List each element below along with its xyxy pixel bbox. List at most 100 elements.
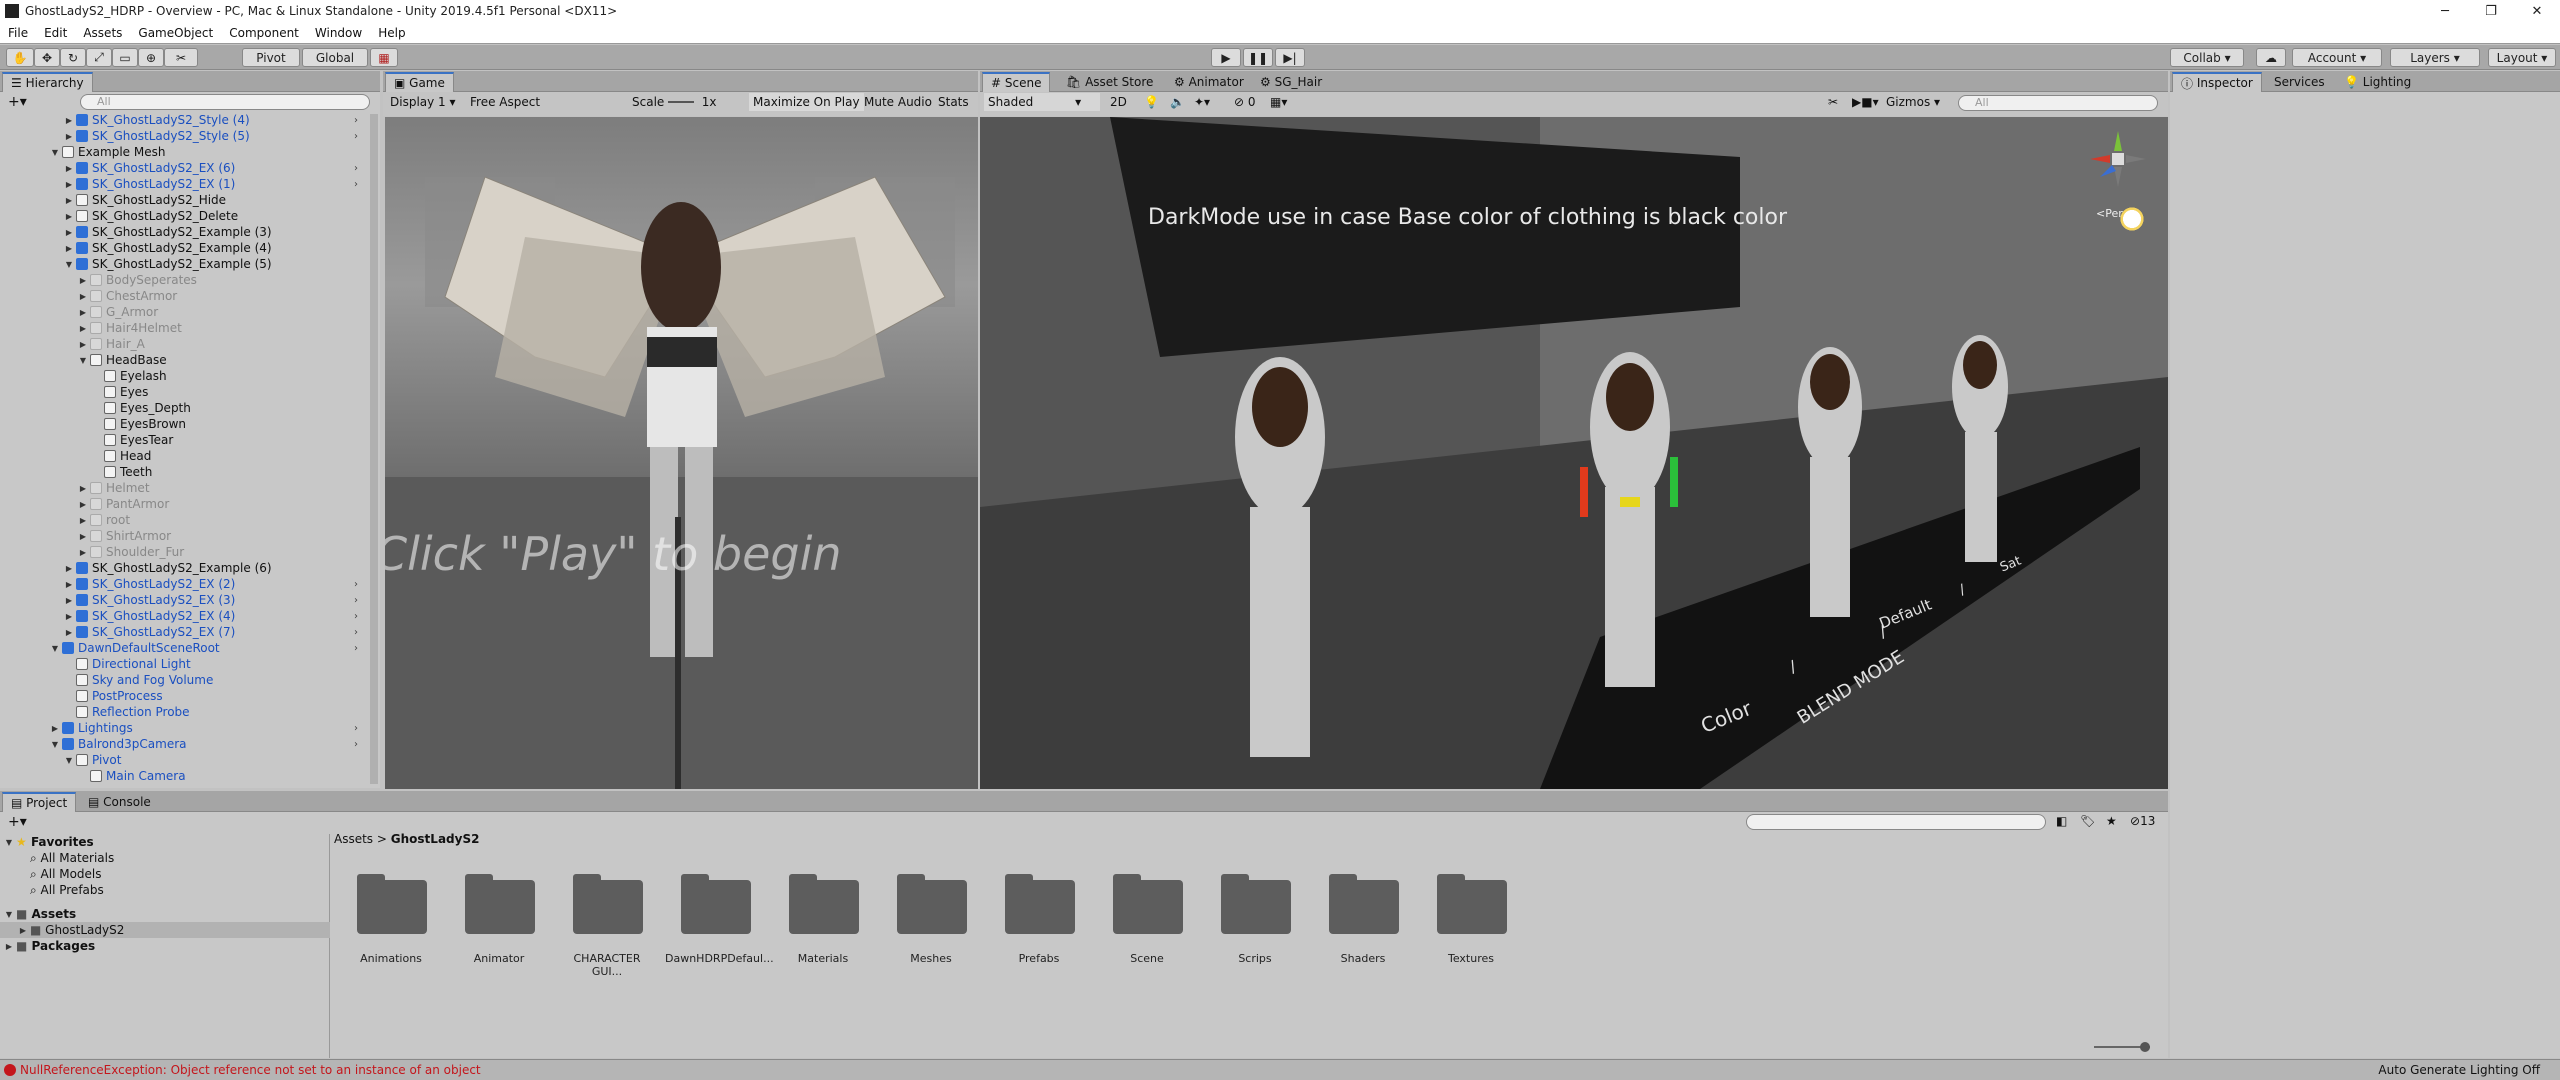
move-tool-icon[interactable]: ✥ xyxy=(34,48,60,67)
hand-tool-icon[interactable]: ✋ xyxy=(6,48,34,67)
hierarchy-item[interactable]: PostProcess xyxy=(0,688,370,704)
expand-arrow-icon[interactable]: ▶ xyxy=(78,484,88,493)
folder-label[interactable]: Materials xyxy=(773,952,873,965)
zoom-slider-thumb[interactable] xyxy=(2140,1042,2150,1052)
expand-arrow-icon[interactable]: ▶ xyxy=(64,116,74,125)
breadcrumb-assets[interactable]: Assets xyxy=(334,832,373,846)
collapse-arrow-icon[interactable]: ▼ xyxy=(50,148,60,157)
folder-icon[interactable] xyxy=(1003,872,1075,934)
tab-inspector[interactable]: ⓘ Inspector xyxy=(2172,72,2262,92)
hierarchy-item[interactable]: ▶ SK_GhostLadyS2_EX (2) › xyxy=(0,576,370,592)
grid-snap-icon[interactable]: ▦ xyxy=(370,48,398,67)
hierarchy-item[interactable]: Reflection Probe xyxy=(0,704,370,720)
folder-icon[interactable] xyxy=(787,872,859,934)
hierarchy-item[interactable]: ▶ SK_GhostLadyS2_EX (6) › xyxy=(0,160,370,176)
transform-tool-icon[interactable]: ⊕ xyxy=(138,48,164,67)
tab-services[interactable]: Services xyxy=(2266,72,2333,92)
menu-edit[interactable]: Edit xyxy=(36,26,75,40)
expand-arrow-icon[interactable]: ▶ xyxy=(78,516,88,525)
collab-dropdown[interactable]: Collab ▾ xyxy=(2170,48,2244,67)
filter-type-icon[interactable]: ◧ xyxy=(2056,814,2067,828)
grid-toggle-icon[interactable]: ▦▾ xyxy=(1270,93,1287,111)
collapse-arrow-icon[interactable]: ▼ xyxy=(50,644,60,653)
expand-arrow-icon[interactable]: ▶ xyxy=(78,324,88,333)
expand-arrow-icon[interactable]: ▶ xyxy=(64,628,74,637)
effects-toggle-icon[interactable]: ✦▾ xyxy=(1194,93,1210,111)
folder-icon[interactable] xyxy=(1219,872,1291,934)
folder-label[interactable]: CHARACTER GUI... xyxy=(557,952,657,978)
expand-arrow-icon[interactable]: ▶ xyxy=(78,340,88,349)
hidden-objects-toggle[interactable]: ⊘ 0 xyxy=(1234,93,1256,111)
minimize-button[interactable]: ─ xyxy=(2422,0,2468,22)
hierarchy-item[interactable]: ▶ SK_GhostLadyS2_Example (4) xyxy=(0,240,370,256)
project-search-input[interactable] xyxy=(1746,814,2046,830)
hierarchy-item[interactable]: ▶ ShirtArmor xyxy=(0,528,370,544)
stats-toggle[interactable]: Stats xyxy=(938,93,969,111)
packages-root[interactable]: ▶ ■ Packages xyxy=(4,938,95,954)
favorite-all-materials[interactable]: ⌕ All Materials xyxy=(30,850,114,866)
filter-label-icon[interactable]: 🏷 xyxy=(2080,814,2095,828)
scale-tool-icon[interactable]: ⤢ xyxy=(86,48,112,67)
hierarchy-item[interactable]: ▶ SK_GhostLadyS2_EX (4) › xyxy=(0,608,370,624)
hierarchy-item[interactable]: ▶ G_Armor xyxy=(0,304,370,320)
folder-label[interactable]: DawnHDRPDefaul... xyxy=(665,952,774,965)
hierarchy-item[interactable]: ▼ Example Mesh xyxy=(0,144,370,160)
folder-icon[interactable] xyxy=(1327,872,1399,934)
folder-icon[interactable] xyxy=(571,872,643,934)
menu-gameobject[interactable]: GameObject xyxy=(130,26,221,40)
hierarchy-item[interactable]: Teeth xyxy=(0,464,370,480)
game-viewport[interactable]: Click "Play" to begin xyxy=(385,117,978,789)
maximize-on-play-toggle[interactable]: Maximize On Play xyxy=(749,93,864,111)
expand-arrow-icon[interactable]: ▶ xyxy=(64,180,74,189)
expand-arrow-icon[interactable]: ▶ xyxy=(64,580,74,589)
auto-lighting-status[interactable]: Auto Generate Lighting Off xyxy=(2378,1063,2540,1077)
scene-search-input[interactable]: All xyxy=(1958,95,2158,111)
expand-arrow-icon[interactable]: ▶ xyxy=(78,532,88,541)
breadcrumb-current[interactable]: GhostLadyS2 xyxy=(391,832,480,846)
hierarchy-item[interactable]: ▼ SK_GhostLadyS2_Example (5) xyxy=(0,256,370,272)
close-button[interactable]: ✕ xyxy=(2514,0,2560,22)
prefab-open-chevron-icon[interactable]: › xyxy=(354,579,358,590)
folder-label[interactable]: Scrips xyxy=(1205,952,1305,965)
menu-help[interactable]: Help xyxy=(370,26,413,40)
hierarchy-item[interactable]: ▶ SK_GhostLadyS2_Example (6) xyxy=(0,560,370,576)
lighting-toggle-icon[interactable]: 💡 xyxy=(1144,93,1159,111)
account-dropdown[interactable]: Account ▾ xyxy=(2292,48,2382,67)
prefab-open-chevron-icon[interactable]: › xyxy=(354,115,358,126)
collapse-arrow-icon[interactable]: ▼ xyxy=(50,740,60,749)
collapse-arrow-icon[interactable]: ▼ xyxy=(64,260,74,269)
create-button[interactable]: +▾ xyxy=(8,94,27,110)
hierarchy-item[interactable]: ▶ SK_GhostLadyS2_Example (3) xyxy=(0,224,370,240)
prefab-open-chevron-icon[interactable]: › xyxy=(354,595,358,606)
hidden-packages-toggle[interactable]: ⊘13 xyxy=(2130,814,2155,828)
hierarchy-item[interactable]: ▼ Balrond3pCamera › xyxy=(0,736,370,752)
tab-sg-hair[interactable]: ⚙ SG_Hair xyxy=(1252,72,1330,92)
tab-scene[interactable]: # Scene xyxy=(982,72,1051,92)
tab-lighting[interactable]: 💡 Lighting xyxy=(2336,72,2419,92)
scene-gizmo[interactable] xyxy=(2086,127,2150,191)
prefab-open-chevron-icon[interactable]: › xyxy=(354,179,358,190)
hierarchy-item[interactable]: ▶ Helmet xyxy=(0,480,370,496)
expand-arrow-icon[interactable]: ▶ xyxy=(78,292,88,301)
hierarchy-item[interactable]: ▶ SK_GhostLadyS2_Style (5) › xyxy=(0,128,370,144)
folder-label[interactable]: Prefabs xyxy=(989,952,1089,965)
expand-arrow-icon[interactable]: ▶ xyxy=(64,564,74,573)
folder-label[interactable]: Animator xyxy=(449,952,549,965)
pause-button[interactable]: ❚❚ xyxy=(1243,48,1273,67)
hierarchy-item[interactable]: ▶ Hair4Helmet xyxy=(0,320,370,336)
menu-file[interactable]: File xyxy=(0,26,36,40)
hierarchy-item[interactable]: Head xyxy=(0,448,370,464)
pivot-toggle[interactable]: Pivot xyxy=(242,48,300,67)
menu-component[interactable]: Component xyxy=(221,26,307,40)
rotate-tool-icon[interactable]: ↻ xyxy=(60,48,86,67)
folder-icon[interactable] xyxy=(463,872,535,934)
hierarchy-item[interactable]: Eyes_Depth xyxy=(0,400,370,416)
expand-arrow-icon[interactable]: ▶ xyxy=(64,612,74,621)
folder-icon[interactable] xyxy=(679,872,751,934)
hierarchy-item[interactable]: ▶ SK_GhostLadyS2_EX (7) › xyxy=(0,624,370,640)
hierarchy-item[interactable]: ▶ BodySeperates xyxy=(0,272,370,288)
expand-arrow-icon[interactable]: ▶ xyxy=(64,164,74,173)
folder-label[interactable]: Textures xyxy=(1421,952,1521,965)
folder-icon[interactable] xyxy=(355,872,427,934)
error-message[interactable]: NullReferenceException: Object reference… xyxy=(20,1063,481,1077)
